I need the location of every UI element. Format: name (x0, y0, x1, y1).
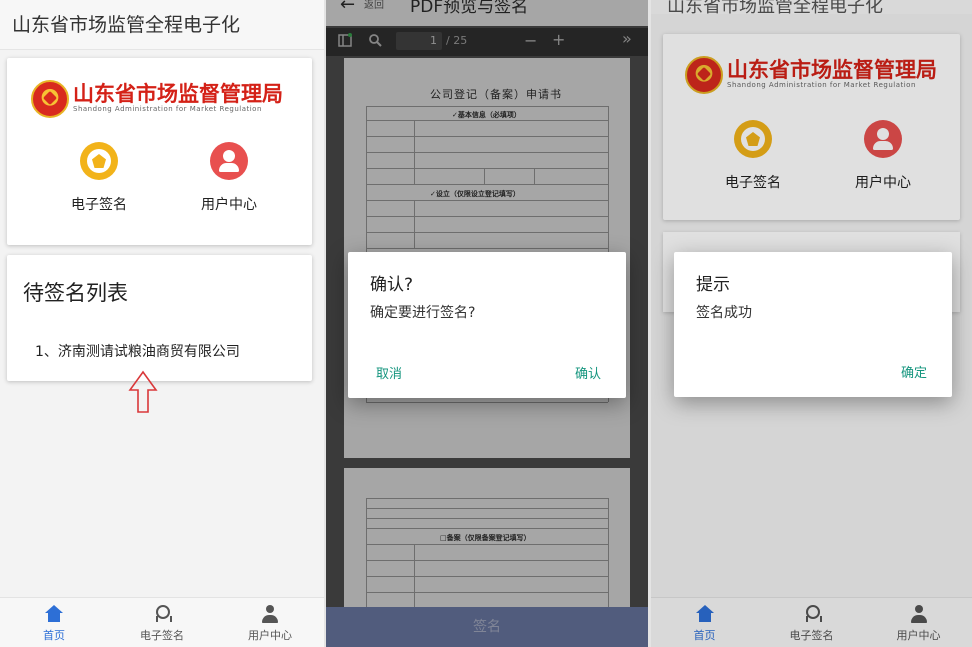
e-signature-button[interactable]: 电子签名 (49, 142, 149, 214)
medal-icon (152, 605, 172, 623)
arrow-up-icon (128, 370, 158, 413)
agency-logo: 山东省市场监督管理局 Shandong Administration for M… (31, 80, 283, 118)
app-title-bar: 山东省市场监管全程电子化 (0, 0, 324, 50)
sign-success-screen: 山东省市场监管全程电子化 山东省市场监督管理局 Shandong Adminis… (651, 0, 972, 647)
ok-button[interactable]: 确定 (901, 362, 927, 381)
confirm-button[interactable]: 确认 (575, 363, 601, 382)
home-screen: 山东省市场监管全程电子化 山东省市场监督管理局 Shandong Adminis… (0, 0, 324, 647)
pending-list-item[interactable]: 1、济南测请试粮油商贸有限公司 (35, 341, 240, 361)
user-center-label: 用户中心 (201, 197, 257, 213)
cancel-button[interactable]: 取消 (376, 363, 402, 382)
user-icon (210, 142, 248, 180)
nav-e-signature[interactable]: 电子签名 (108, 598, 216, 647)
emblem-icon (31, 80, 69, 118)
confirm-dialog-message: 确定要进行签名? (370, 305, 476, 321)
feature-card: 山东省市场监督管理局 Shandong Administration for M… (7, 58, 312, 245)
success-dialog-title: 提示 (696, 275, 730, 295)
nav-e-signature-label: 电子签名 (140, 629, 184, 642)
bottom-nav: 首页 电子签名 用户中心 (0, 597, 324, 647)
e-signature-label: 电子签名 (71, 197, 127, 213)
logo-en-text: Shandong Administration for Market Regul… (73, 105, 262, 114)
success-dialog: 提示 签名成功 确定 (674, 252, 952, 397)
pending-list-title: 待签名列表 (23, 281, 128, 305)
nav-home-label: 首页 (43, 629, 65, 642)
confirm-dialog: 确认? 确定要进行签名? 取消 确认 (348, 252, 626, 398)
pending-list-card: 待签名列表 1、济南测请试粮油商贸有限公司 (7, 255, 312, 381)
nav-user-center[interactable]: 用户中心 (216, 598, 324, 647)
pdf-preview-screen: ← 返回 PDF预览与签名 1 / 25 − + » 公司登记（备案）申请书 ✓… (326, 0, 648, 647)
home-icon (44, 605, 64, 623)
logo-cn-text: 山东省市场监督管理局 (73, 82, 283, 107)
confirm-dialog-title: 确认? (370, 275, 414, 295)
seal-icon (80, 142, 118, 180)
nav-user-center-label: 用户中心 (248, 629, 292, 642)
app-title: 山东省市场监管全程电子化 (12, 14, 241, 36)
user-icon (260, 605, 280, 623)
user-center-button[interactable]: 用户中心 (179, 142, 279, 214)
nav-home[interactable]: 首页 (0, 598, 108, 647)
success-dialog-message: 签名成功 (696, 305, 752, 321)
